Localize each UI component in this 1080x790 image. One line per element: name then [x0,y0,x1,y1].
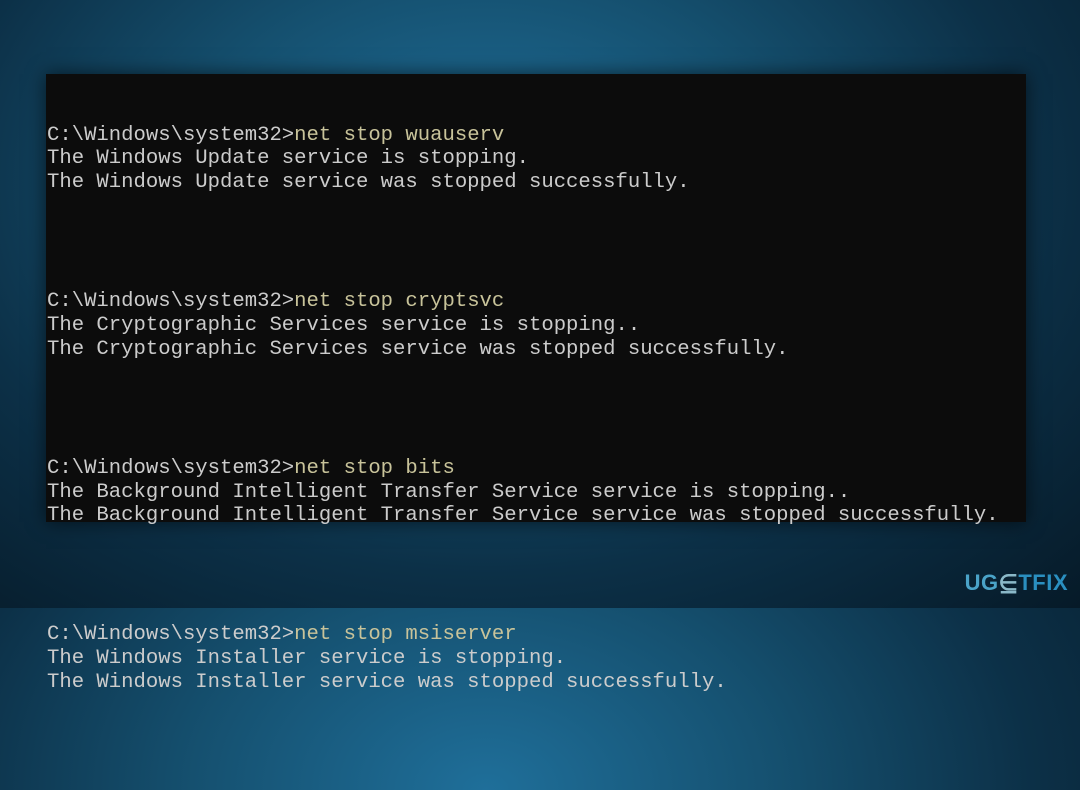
command-line: C:\Windows\system32>net stop msiserver [47,623,999,647]
output-line: The Cryptographic Services service is st… [47,313,641,337]
output-line: The Windows Update service was stopped s… [47,171,690,195]
prompt: C:\Windows\system32> [47,623,295,647]
command: net stop cryptsvc [294,290,505,314]
output-line: The Windows Update service is stopping. [47,147,529,171]
logo-part: UG [964,570,999,595]
command-group-wuauserv: C:\Windows\system32>net stop wuauserv The… [47,124,999,195]
command-group-bits: C:\Windows\system32>net stop bits The Bac… [47,457,999,528]
command-prompt-window: C:\Windows\system32>net stop wuauserv The… [46,74,1026,694]
output-line: The Background Intelligent Transfer Serv… [47,504,999,528]
output-line: The Background Intelligent Transfer Serv… [47,480,851,504]
terminal-output: C:\Windows\system32>net stop wuauserv The… [47,76,999,790]
command: net stop bits [294,456,455,480]
command-group-msiserver: C:\Windows\system32>net stop msiserver Th… [47,623,999,694]
output-line: The Windows Installer service was stoppe… [47,670,727,694]
command: net stop msiserver [294,623,517,647]
output-line: The Windows Installer service is stoppin… [47,647,567,671]
command-line: C:\Windows\system32>net stop cryptsvc [47,290,999,314]
command-line: C:\Windows\system32>net stop bits [47,457,999,481]
prompt: C:\Windows\system32> [47,456,295,480]
command-group-cryptsvc: C:\Windows\system32>net stop cryptsvc The… [47,290,999,361]
ugetfix-logo: UG⋸TFIX [965,570,1068,596]
prompt: C:\Windows\system32> [47,290,295,314]
command: net stop wuauserv [294,123,505,147]
logo-part: TFIX [1018,570,1068,595]
command-line: C:\Windows\system32>net stop wuauserv [47,124,999,148]
prompt: C:\Windows\system32> [47,123,295,147]
output-line: The Cryptographic Services service was s… [47,337,789,361]
logo-part: ⋸ [998,570,1019,595]
